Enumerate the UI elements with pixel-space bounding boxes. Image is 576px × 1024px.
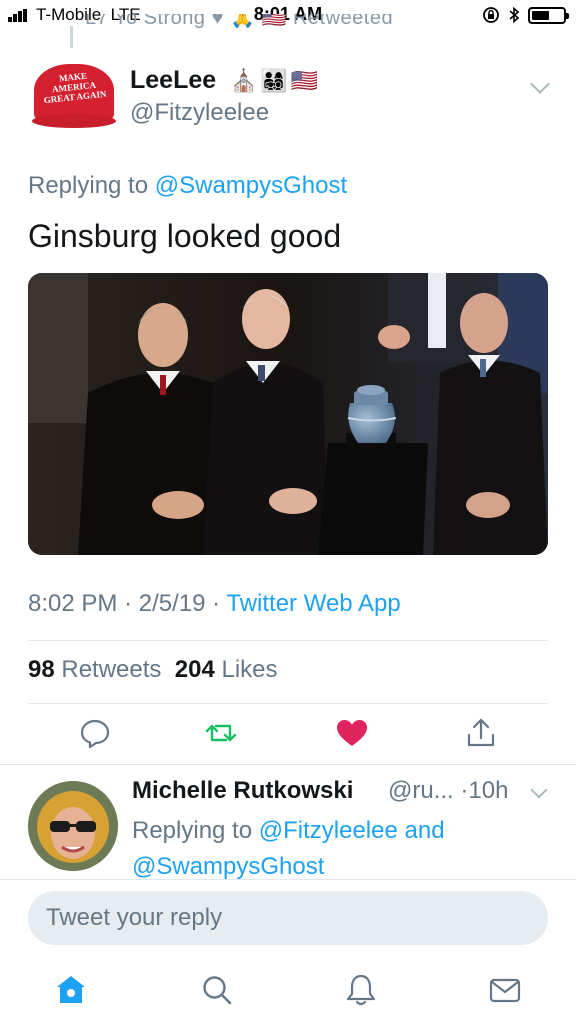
- reply-avatar-image: [28, 781, 118, 871]
- previous-tweet-text: L7 Yo Strong ♥ 🙏 🇺🇸 Retweeted: [85, 14, 394, 29]
- bluetooth-icon: [509, 6, 520, 24]
- thread-connector-line: [70, 26, 73, 48]
- retweets-count: 98: [28, 656, 55, 683]
- tweet-source-link[interactable]: Twitter Web App: [226, 590, 400, 617]
- heart-icon[interactable]: [335, 716, 369, 750]
- reply-meta: @ru... ·10h: [388, 777, 508, 805]
- justices-photo-with-urn: [28, 273, 548, 555]
- mention-link[interactable]: @Fitzyleelee: [259, 817, 398, 844]
- chevron-down-icon[interactable]: [530, 781, 548, 799]
- author-name-emoji: ⛪ 👨‍👩‍👧‍👦 🇺🇸: [230, 68, 318, 94]
- separator-dot: ·: [212, 590, 221, 617]
- maga-hat-brim: [32, 114, 116, 128]
- divider: [0, 879, 576, 880]
- battery-icon: [528, 6, 569, 24]
- retweet-icon[interactable]: [204, 716, 238, 750]
- family-emoji: 👨‍👩‍👧‍👦: [260, 68, 288, 93]
- separator-dot: ·: [124, 590, 133, 617]
- divider: [28, 703, 548, 704]
- retweets-stat[interactable]: 98 Retweets: [28, 656, 161, 683]
- church-emoji: ⛪: [230, 68, 258, 93]
- replying-label: Replying to: [132, 817, 253, 844]
- likes-count: 204: [174, 656, 215, 683]
- tweet-photo[interactable]: [28, 273, 548, 555]
- author-handle[interactable]: @Fitzyleelee: [130, 99, 269, 127]
- tweet-time: 8:02 PM: [28, 590, 118, 617]
- reply-author-avatar[interactable]: [28, 781, 118, 871]
- reply-author-handle[interactable]: @ru...: [388, 777, 454, 804]
- divider: [0, 764, 576, 765]
- tweet-date: 2/5/19: [138, 590, 206, 617]
- mention-link[interactable]: @SwampysGhost: [155, 172, 347, 199]
- notifications-icon[interactable]: [343, 972, 379, 1008]
- author-name[interactable]: LeeLee: [130, 66, 216, 95]
- messages-icon[interactable]: [487, 972, 523, 1008]
- previous-tweet-fragment[interactable]: L7 Yo Strong ♥ 🙏 🇺🇸 Retweeted: [85, 14, 480, 30]
- reply-age: 10h: [468, 777, 509, 804]
- replying-label: Replying to: [28, 172, 149, 199]
- reply-replying-to: Replying to @Fitzyleelee and @SwampysGho…: [132, 813, 532, 885]
- share-icon[interactable]: [464, 716, 498, 750]
- reply-placeholder: Tweet your reply: [46, 904, 223, 931]
- divider: [28, 640, 548, 641]
- orientation-lock-icon: [483, 7, 499, 23]
- us-flag-emoji: 🇺🇸: [290, 68, 319, 93]
- likes-label: Likes: [221, 656, 278, 683]
- reply-icon[interactable]: [78, 716, 112, 750]
- battery-level: [532, 10, 549, 20]
- home-icon[interactable]: [53, 972, 89, 1008]
- conjunction-text: and: [404, 817, 445, 844]
- chevron-down-icon[interactable]: [530, 74, 550, 94]
- mention-link[interactable]: @SwampysGhost: [132, 853, 324, 880]
- tweet-reply-input[interactable]: Tweet your reply: [28, 891, 548, 945]
- engagement-stats: 98 Retweets 204 Likes: [28, 656, 278, 684]
- reply-author-name[interactable]: Michelle Rutkowski: [132, 777, 353, 805]
- tweet-text: Ginsburg looked good: [28, 218, 342, 254]
- tweet-timestamp: 8:02 PM · 2/5/19 · Twitter Web App: [28, 590, 401, 618]
- replying-to-line: Replying to @SwampysGhost: [28, 172, 347, 200]
- likes-stat[interactable]: 204 Likes: [175, 656, 278, 683]
- search-icon[interactable]: [199, 972, 235, 1008]
- author-avatar[interactable]: MAKE AMERICA GREAT AGAIN: [28, 60, 120, 132]
- retweets-label: Retweets: [61, 656, 162, 683]
